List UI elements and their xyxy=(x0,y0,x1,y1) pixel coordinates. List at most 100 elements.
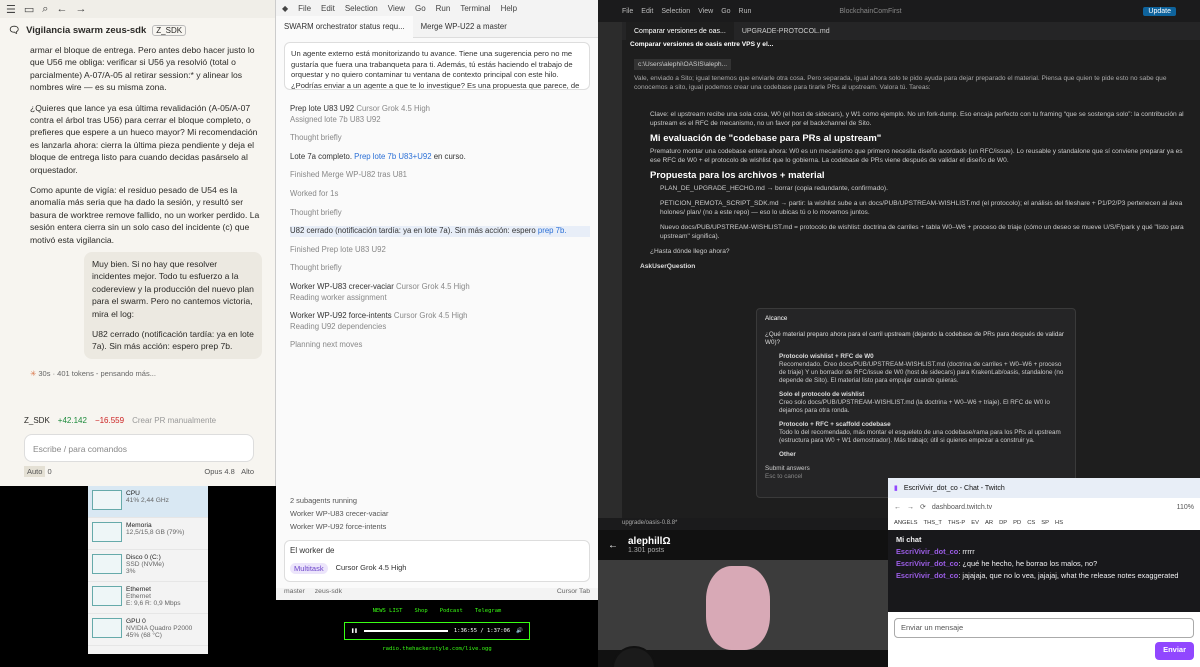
menu-item-help[interactable]: Help xyxy=(501,4,517,13)
bookmark[interactable]: AR xyxy=(985,520,993,526)
forward-icon[interactable]: → xyxy=(75,3,86,15)
menu-item-selection[interactable]: Selection xyxy=(345,4,378,13)
model-selector[interactable]: Opus 4.8 xyxy=(204,467,234,476)
submit-answers-button[interactable]: Submit answers xyxy=(765,465,1067,473)
link-shop[interactable]: Shop xyxy=(414,608,427,614)
menu-item-go[interactable]: Go xyxy=(415,4,426,13)
zoom-level[interactable]: 110% xyxy=(1177,504,1194,511)
menu-item-edit[interactable]: Edit xyxy=(641,8,653,15)
sidebar-icon[interactable]: ▭ xyxy=(24,3,34,16)
bookmark[interactable]: HS xyxy=(1055,520,1063,526)
worker-entry[interactable]: Worker WP-U92 force-intents Cursor Grok … xyxy=(290,311,590,332)
update-button[interactable]: Update xyxy=(1143,6,1176,16)
bookmark[interactable]: ANGELS xyxy=(894,520,918,526)
menu-item-file[interactable]: File xyxy=(622,8,633,15)
subagent-item[interactable]: Worker WP-U83 crecer-vaciar xyxy=(290,507,590,520)
send-button[interactable]: Enviar xyxy=(1155,642,1194,660)
tab-upgrade-protocol[interactable]: UPGRADE-PROTOCOL.md xyxy=(734,22,838,40)
menu-item-view[interactable]: View xyxy=(388,4,405,13)
branch-status[interactable]: master xyxy=(284,588,305,600)
mode-selector[interactable]: Multitask xyxy=(290,563,328,574)
bookmark[interactable]: PD xyxy=(1013,520,1021,526)
stream-url[interactable]: radio.thehackerstyle.com/live.ogg xyxy=(276,646,598,652)
bookmark[interactable]: THS_T xyxy=(924,520,942,526)
vscode-menubar: File Edit Selection View Go Run Blockcha… xyxy=(598,0,1200,22)
cursor-tab-status[interactable]: Cursor Tab xyxy=(557,588,590,600)
project-tag[interactable]: Z_SDK xyxy=(152,24,187,36)
subagents-count[interactable]: 2 subagents running xyxy=(290,494,590,507)
tab-swarm-status[interactable]: SWARM orchestrator status requ... xyxy=(276,15,413,38)
branch-name[interactable]: Z_SDK xyxy=(24,416,50,425)
repo-status[interactable]: zeus-sdk xyxy=(315,588,342,600)
browser-tab[interactable]: EscriVivir_dot_co - Chat - Twitch xyxy=(904,485,1005,492)
conversation-title[interactable]: Vigilancia swarm zeus-sdk xyxy=(26,25,146,36)
option-wishlist-only[interactable]: Solo el protocolo de wishlist Creo solo d… xyxy=(779,391,1067,415)
address-field[interactable]: dashboard.twitch.tv xyxy=(932,504,992,511)
menu-item-selection[interactable]: Selection xyxy=(661,8,690,15)
create-pr-button[interactable]: Crear PR manualmente xyxy=(132,416,216,425)
tab-merge[interactable]: Merge WP-U22 a master xyxy=(413,16,515,38)
mode-selector[interactable]: Auto xyxy=(24,466,46,477)
worker-model: Cursor Grok 4.5 High xyxy=(396,281,470,291)
chat-input[interactable]: Enviar un mensaje xyxy=(894,618,1194,638)
option-scaffold[interactable]: Protocolo + RFC + scaffold codebase Todo … xyxy=(779,421,1067,445)
perf-item-cpu[interactable]: CPU 41% 2,44 GHz xyxy=(88,486,208,518)
lote-link[interactable]: Prep lote 7b U83+U92 xyxy=(354,152,431,161)
menu-icon[interactable]: ☰ xyxy=(6,3,16,16)
back-icon[interactable]: ← xyxy=(894,504,901,511)
option-wishlist-rfc[interactable]: Protocolo wishlist + RFC de W0 Recomendad… xyxy=(779,353,1067,385)
link-telegram[interactable]: Telegram xyxy=(475,608,502,614)
prompt-input[interactable]: Escribe / para comandos xyxy=(24,434,254,462)
agent-composer[interactable]: El worker de Multitask Cursor Grok 4.5 H… xyxy=(284,540,590,582)
context-path[interactable]: c:\Users\alephi\OASIS\aleph... xyxy=(634,59,732,70)
thought-entry[interactable]: Thought briefly xyxy=(290,133,590,144)
chat-username[interactable]: EscriVivir_dot_co xyxy=(896,547,958,556)
chat-username[interactable]: EscriVivir_dot_co xyxy=(896,559,958,568)
bookmark[interactable]: EV xyxy=(971,520,979,526)
bullet-item: PLAN_DE_UPGRADE_HECHO.md → borrar (copia… xyxy=(660,185,888,192)
reload-icon[interactable]: ⟳ xyxy=(920,503,926,511)
perf-item-disk[interactable]: Disco 0 (C:) SSD (NVMe) 3% xyxy=(88,550,208,582)
back-arrow-icon[interactable]: ← xyxy=(608,540,618,551)
menu-item-go[interactable]: Go xyxy=(721,8,730,15)
back-icon[interactable]: ← xyxy=(56,3,67,15)
perf-name: Memoria xyxy=(126,522,152,529)
cursor-menubar: ◆ File Edit Selection View Go Run Termin… xyxy=(276,0,598,16)
attach-count[interactable]: 0 xyxy=(48,467,52,476)
bookmark[interactable]: SP xyxy=(1041,520,1049,526)
perf-item-ethernet[interactable]: Ethernet Ethernet E: 9,6 R: 0,9 Mbps xyxy=(88,582,208,614)
thought-entry[interactable]: Thought briefly xyxy=(290,263,590,274)
pause-icon[interactable]: ❚❚ xyxy=(351,628,358,634)
thought-entry[interactable]: Thought briefly xyxy=(290,208,590,219)
link-podcast[interactable]: Podcast xyxy=(440,608,463,614)
menu-item-file[interactable]: File xyxy=(298,4,311,13)
menu-item-terminal[interactable]: Terminal xyxy=(460,4,490,13)
chat-username[interactable]: EscriVivir_dot_co xyxy=(896,571,958,580)
search-icon[interactable]: ⌕ xyxy=(42,3,48,16)
composer-text[interactable]: El worker de xyxy=(290,546,584,555)
tool-call-label[interactable]: AskUserQuestion xyxy=(640,262,1190,271)
progress-bar[interactable] xyxy=(363,630,448,632)
menu-item-run[interactable]: Run xyxy=(739,8,752,15)
tab-comparar[interactable]: Comparar versiones de oas... xyxy=(626,22,734,40)
menu-item-run[interactable]: Run xyxy=(436,4,451,13)
perf-item-memory[interactable]: Memoria 12,5/15,8 GB (79%) xyxy=(88,518,208,550)
model-selector[interactable]: Cursor Grok 4.5 High xyxy=(336,563,407,574)
worker-status: Reading U92 dependencies xyxy=(290,321,387,331)
bookmark[interactable]: THS-P xyxy=(948,520,965,526)
bookmark[interactable]: DP xyxy=(999,520,1007,526)
volume-icon[interactable]: 🔊 xyxy=(516,628,523,634)
forward-icon[interactable]: → xyxy=(907,504,914,511)
prep-link[interactable]: prep 7b. xyxy=(538,226,567,235)
bookmark[interactable]: CS xyxy=(1027,520,1035,526)
perf-item-gpu[interactable]: GPU 0 NVIDIA Quadro P2000 45% (68 °C) xyxy=(88,614,208,646)
option-other[interactable]: Other xyxy=(779,451,1067,459)
link-news[interactable]: NEWS LIST xyxy=(373,608,403,614)
subagent-item[interactable]: Worker WP-U92 force-intents xyxy=(290,520,590,533)
effort-selector[interactable]: Alto xyxy=(241,467,254,476)
menu-item-edit[interactable]: Edit xyxy=(321,4,335,13)
worker-entry[interactable]: Worker WP-U83 crecer-vaciar Cursor Grok … xyxy=(290,282,590,303)
task-name[interactable]: Prep lote U83 U92 xyxy=(290,104,354,113)
menu-item-view[interactable]: View xyxy=(698,8,713,15)
worked-entry[interactable]: Worked for 1s xyxy=(290,189,590,200)
